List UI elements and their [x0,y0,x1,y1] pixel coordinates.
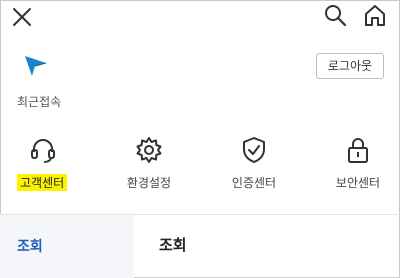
menu-item-customer-center[interactable]: 고객센터 [3,132,83,194]
top-bar [0,0,400,34]
menu-item-label: 보안센터 [335,176,381,190]
menu-item-certification-center[interactable]: 인증센터 [214,132,294,194]
headset-icon [28,135,58,165]
home-icon[interactable] [362,2,388,28]
gear-icon [134,135,164,165]
menu-item-label: 고객센터 [17,174,68,191]
menu-item-settings[interactable]: 환경설정 [109,132,189,194]
nav-tab-inquiry[interactable]: 조회 [17,236,43,256]
menu-item-label: 인증센터 [231,176,277,190]
menu-item-security-center[interactable]: 보안센터 [318,132,398,194]
recent-access-label[interactable]: 최근접속 [17,93,61,110]
menu-item-label: 환경설정 [126,176,172,190]
paper-plane-icon[interactable] [23,53,47,77]
close-icon[interactable] [11,6,33,28]
logout-button[interactable]: 로그아웃 [316,53,384,79]
shield-check-icon [239,135,269,165]
section-title: 조회 [159,236,187,254]
search-icon[interactable] [323,3,347,27]
lock-icon [343,135,373,165]
